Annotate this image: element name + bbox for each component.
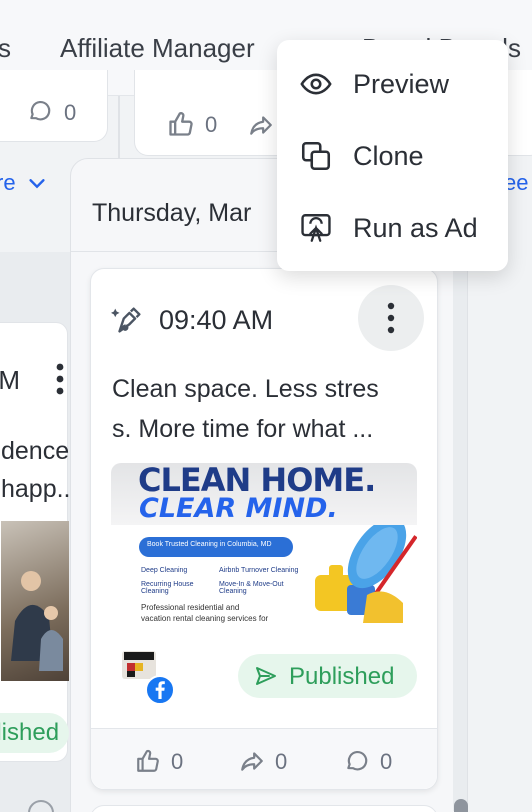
nav-tab-affiliate-manager[interactable]: Affiliate Manager [60, 33, 255, 64]
more-options-icon[interactable] [55, 361, 65, 397]
column-divider [118, 96, 120, 158]
like-count: 0 [171, 749, 184, 774]
image-service-2: Airbnb Turnover Cleaning [219, 567, 299, 574]
post-card-footer: 0 0 0 [91, 728, 437, 789]
comment-count: 0 [64, 100, 77, 125]
comment-icon[interactable] [27, 98, 53, 124]
chevron-down-icon[interactable] [26, 172, 48, 194]
like-count: 0 [205, 112, 218, 137]
image-footer-line2: vacation rental cleaning services for [141, 614, 269, 623]
post-options-button[interactable] [358, 285, 424, 351]
post-time: AM [0, 365, 20, 395]
post-image [1, 521, 69, 681]
post-time: 09:40 AM [159, 305, 274, 335]
column-scrollbar-track[interactable] [453, 271, 467, 811]
post-caption-line2: s. More time for what ... [112, 415, 374, 443]
image-footer-line1: Professional residential and [141, 603, 240, 612]
post-image[interactable]: CLEAN HOME. CLEAR MIND. Book Trusted Cle… [111, 463, 417, 623]
status-badge: blished [0, 713, 69, 753]
left-card-footer: 0 [0, 70, 108, 142]
menu-item-label: Run as Ad [353, 212, 478, 243]
see-more-link[interactable]: re [0, 170, 16, 196]
menu-item-label: Preview [353, 68, 450, 99]
menu-item-label: Clone [353, 140, 424, 171]
image-cleaning-supplies [307, 525, 417, 623]
image-service-4: Move-In & Move-Out Cleaning [219, 581, 284, 595]
comment-icon[interactable] [344, 748, 370, 774]
status-badge: Published [238, 654, 417, 698]
eye-icon [299, 67, 333, 101]
column-scrollbar-thumb[interactable] [454, 799, 468, 812]
ad-icon [299, 211, 333, 245]
like-icon[interactable] [167, 110, 195, 138]
menu-item-run-as-ad[interactable]: Run as Ad [277, 196, 508, 260]
image-banner: Book Trusted Cleaning in Columbia, MD [139, 537, 293, 557]
image-service-3: Recurring House Cleaning [141, 581, 194, 595]
post-caption-line1: dence [1, 437, 70, 465]
like-icon[interactable] [135, 748, 161, 774]
scheduled-pen-icon [111, 303, 145, 337]
send-icon [254, 664, 278, 688]
post-options-menu: Preview Clone Run as Ad [277, 40, 508, 271]
next-post-card[interactable] [90, 805, 438, 812]
share-count: 0 [275, 749, 288, 774]
left-post-card: AM dence happ... blished [0, 322, 77, 762]
day-column-date: Thursday, Mar [92, 199, 252, 227]
comment-count: 0 [380, 749, 393, 774]
nav-tab-partial[interactable]: s [0, 33, 11, 64]
more-vertical-icon [386, 302, 396, 334]
facebook-icon [145, 675, 175, 705]
post-card[interactable]: 09:40 AM Clean space. Less stres s. More… [90, 268, 438, 790]
share-icon[interactable] [248, 112, 274, 138]
status-label: Published [289, 663, 395, 690]
left-column: AM dence happ... blished [0, 252, 77, 812]
image-subheadline: CLEAR MIND. [139, 493, 338, 524]
post-caption-line1: Clean space. Less stres [112, 375, 379, 403]
menu-item-preview[interactable]: Preview [277, 52, 508, 116]
post-caption-line2: happ... [1, 475, 78, 503]
menu-item-clone[interactable]: Clone [277, 124, 508, 188]
clone-icon [299, 139, 333, 173]
share-icon[interactable] [239, 748, 265, 774]
image-service-1: Deep Cleaning [141, 567, 188, 574]
